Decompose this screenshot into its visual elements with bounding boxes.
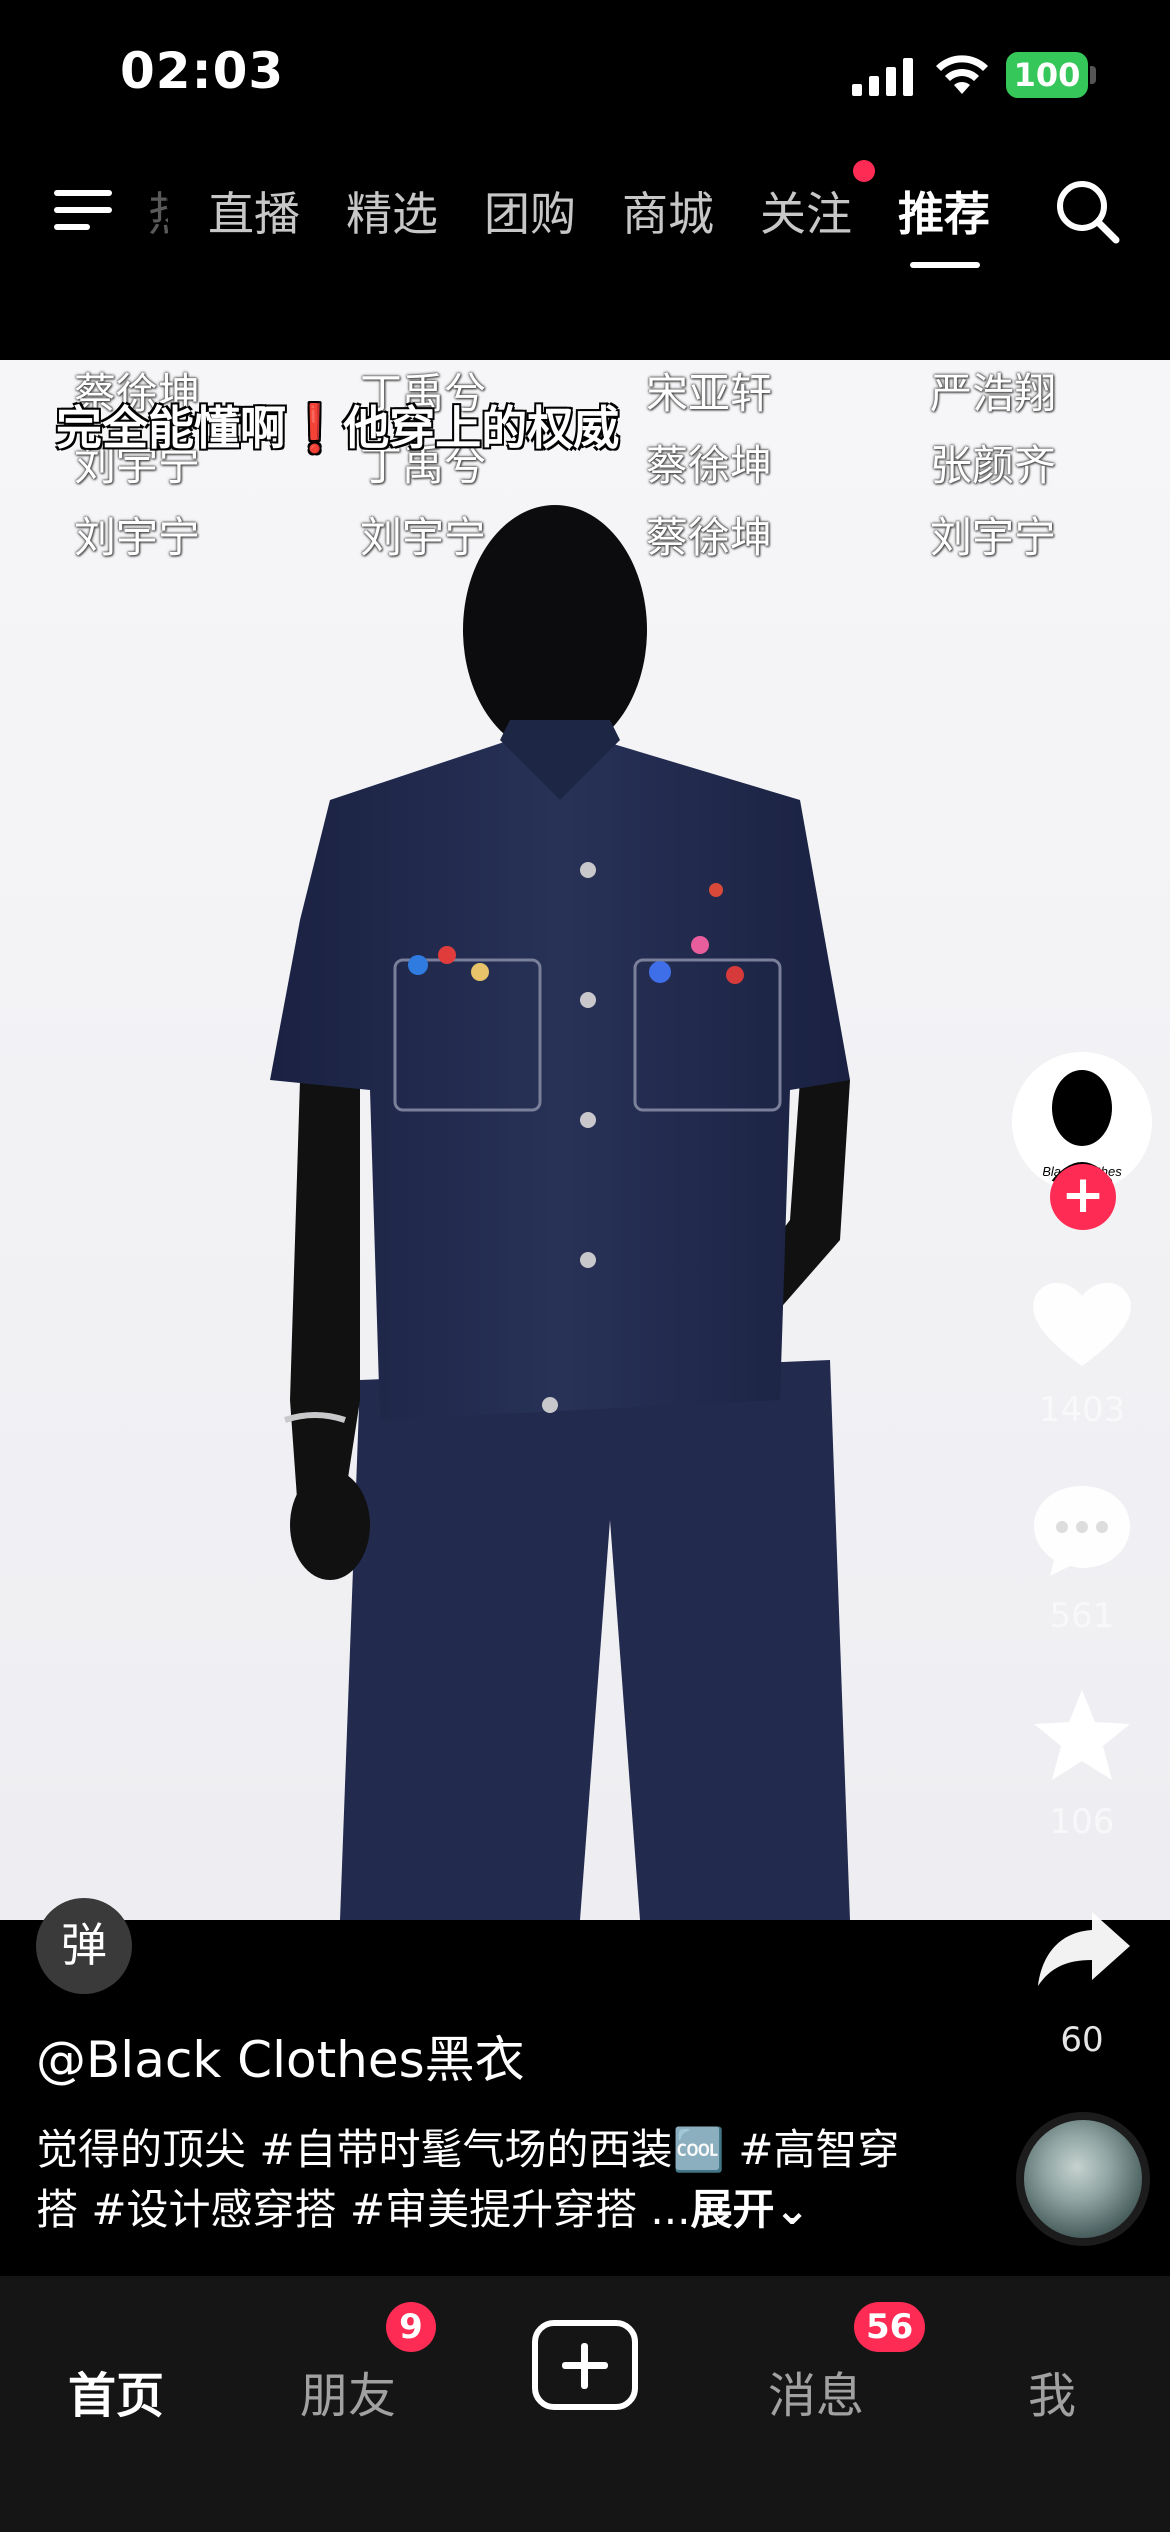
battery-cap	[1090, 66, 1096, 84]
messages-badge: 56	[854, 2302, 926, 2352]
danmaku-item: 宋亚轩	[646, 369, 773, 418]
status-bar: 02:03 100	[0, 0, 1170, 150]
friends-badge: 9	[386, 2302, 436, 2352]
music-disc[interactable]	[1016, 2112, 1150, 2246]
battery-indicator: 100	[1006, 52, 1088, 98]
status-time: 02:03	[120, 42, 285, 100]
danmaku-item: 刘宇宁	[74, 513, 201, 562]
share-count: 60	[1060, 2020, 1104, 2060]
danmaku-item: 蔡徐坤	[646, 441, 773, 490]
tab-group-buy[interactable]: 团购	[484, 178, 576, 244]
danmaku-item: 严浩翔	[930, 369, 1057, 418]
tab-recommended[interactable]: 推荐	[898, 178, 990, 244]
top-nav: 热 直播 精选 团购 商城 关注 推荐	[0, 150, 1170, 360]
tab-partial[interactable]: 热	[148, 178, 168, 244]
share-arrow-icon[interactable]	[1036, 1908, 1132, 1988]
search-icon[interactable]	[1052, 176, 1122, 246]
cellular-signal-icon	[852, 58, 913, 96]
tab-mall[interactable]: 商城	[622, 178, 714, 244]
video-frame-mannequin	[0, 360, 1170, 1920]
danmaku-item: 刘宇宁	[360, 513, 487, 562]
wifi-icon	[936, 55, 988, 94]
tab-friends[interactable]: 朋友	[300, 2356, 396, 2426]
tab-live[interactable]: 直播	[208, 178, 300, 244]
tab-home[interactable]: 首页	[68, 2356, 164, 2426]
caption-text-1: 完全能懂啊	[56, 401, 286, 455]
tab-following[interactable]: 关注	[760, 178, 852, 244]
like-heart-icon[interactable]	[1030, 1276, 1134, 1370]
expand-button[interactable]: 展开⌄	[691, 2185, 810, 2234]
favorite-star-icon[interactable]	[1030, 1686, 1134, 1786]
plus-icon-stroke	[581, 2343, 588, 2389]
tab-messages[interactable]: 消息	[768, 2356, 864, 2426]
comment-icon[interactable]	[1030, 1480, 1134, 1580]
tab-featured[interactable]: 精选	[346, 178, 438, 244]
danmaku-item: 蔡徐坤	[646, 513, 773, 562]
caption-exclamation: ❗	[286, 401, 344, 455]
bottom-tab-bar: 首页 朋友 9 消息 56 我	[0, 2276, 1170, 2532]
menu-icon[interactable]	[50, 180, 116, 240]
caption-text-2: 他穿上的权威	[343, 401, 620, 455]
like-count: 1403	[1038, 1390, 1126, 1430]
favorite-count: 106	[1049, 1802, 1115, 1842]
danmaku-item: 张颜齐	[930, 441, 1057, 490]
danmaku-item: 刘宇宁	[930, 513, 1057, 562]
author-username[interactable]: @Black Clothes黑衣	[36, 2020, 525, 2092]
comment-count: 561	[1049, 1596, 1115, 1636]
following-notification-dot	[853, 160, 875, 182]
video-caption-overlay: 完全能懂啊❗他穿上的权威	[56, 392, 619, 458]
post-description[interactable]: 觉得的顶尖 #自带时髦气场的西装🆒 #高智穿搭 #设计感穿搭 #审美提升穿搭 .…	[36, 2120, 936, 2240]
active-tab-indicator	[910, 262, 980, 268]
video-player[interactable]: 蔡徐坤 丁禹兮 宋亚轩 严浩翔 刘宇宁 丁禹兮 蔡徐坤 张颜齐 刘宇宁 刘宇宁 …	[0, 360, 1170, 1920]
create-button[interactable]	[532, 2320, 638, 2410]
follow-button[interactable]: +	[1050, 1164, 1116, 1230]
tab-me[interactable]: 我	[1028, 2356, 1076, 2426]
danmaku-toggle-button[interactable]: 弹	[36, 1898, 132, 1994]
